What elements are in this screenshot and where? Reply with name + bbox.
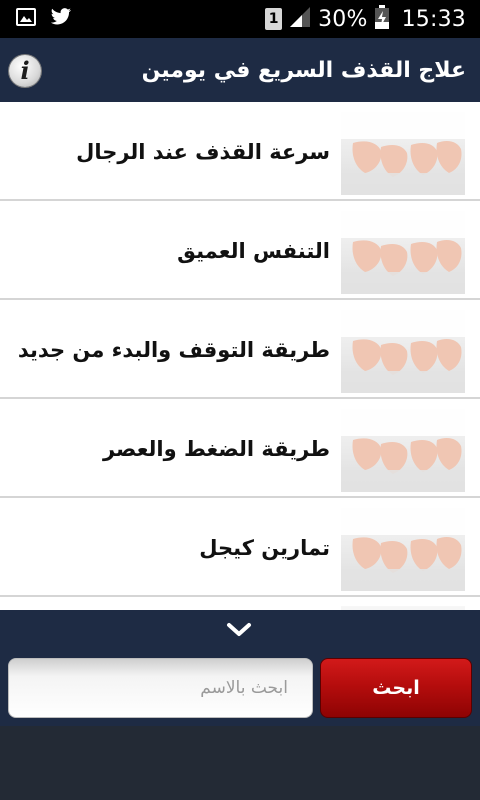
twitter-icon — [50, 8, 72, 30]
list-item-label: طريقة التوقف والبدء من جديد — [17, 337, 330, 362]
list-item-label: التنفس العميق — [177, 238, 330, 263]
sim-icon: 1 — [265, 8, 283, 30]
feet-thumbnail — [341, 210, 465, 294]
status-bar: 1 30% 15:33 — [0, 0, 480, 38]
clock: 15:33 — [401, 6, 466, 32]
list-item-label: تمارين كيجل — [199, 535, 330, 560]
list-item[interactable]: سرعة القذف عند الرجال — [0, 102, 480, 201]
footer-area — [0, 726, 480, 800]
search-button[interactable]: ابحث — [320, 658, 472, 718]
list-item[interactable]: تمارين كيجل — [0, 498, 480, 597]
list-item-label: طريقة الضغط والعصر — [102, 436, 330, 461]
list-item[interactable]: التنفس العميق — [0, 201, 480, 300]
battery-percent: 30% — [318, 6, 368, 32]
feet-thumbnail — [341, 408, 465, 492]
list-item[interactable] — [0, 597, 480, 610]
search-panel: ابحث — [0, 610, 480, 726]
info-icon[interactable]: i — [9, 55, 41, 87]
list-item-label: سرعة القذف عند الرجال — [76, 139, 330, 164]
list-item[interactable]: طريقة التوقف والبدء من جديد — [0, 300, 480, 399]
feet-thumbnail — [341, 309, 465, 393]
page-title: علاج القذف السريع في يومين — [141, 57, 466, 83]
app-bar: i علاج القذف السريع في يومين — [0, 38, 480, 102]
feet-thumbnail — [341, 507, 465, 591]
list-item[interactable]: طريقة الضغط والعصر — [0, 399, 480, 498]
image-icon — [16, 8, 36, 30]
signal-icon — [289, 6, 311, 32]
topic-list: سرعة القذف عند الرجال التنفس العميق طريق… — [0, 102, 480, 610]
search-input[interactable] — [8, 658, 313, 718]
feet-thumbnail — [341, 111, 465, 195]
chevron-down-icon[interactable] — [226, 622, 252, 638]
battery-icon — [374, 5, 389, 33]
